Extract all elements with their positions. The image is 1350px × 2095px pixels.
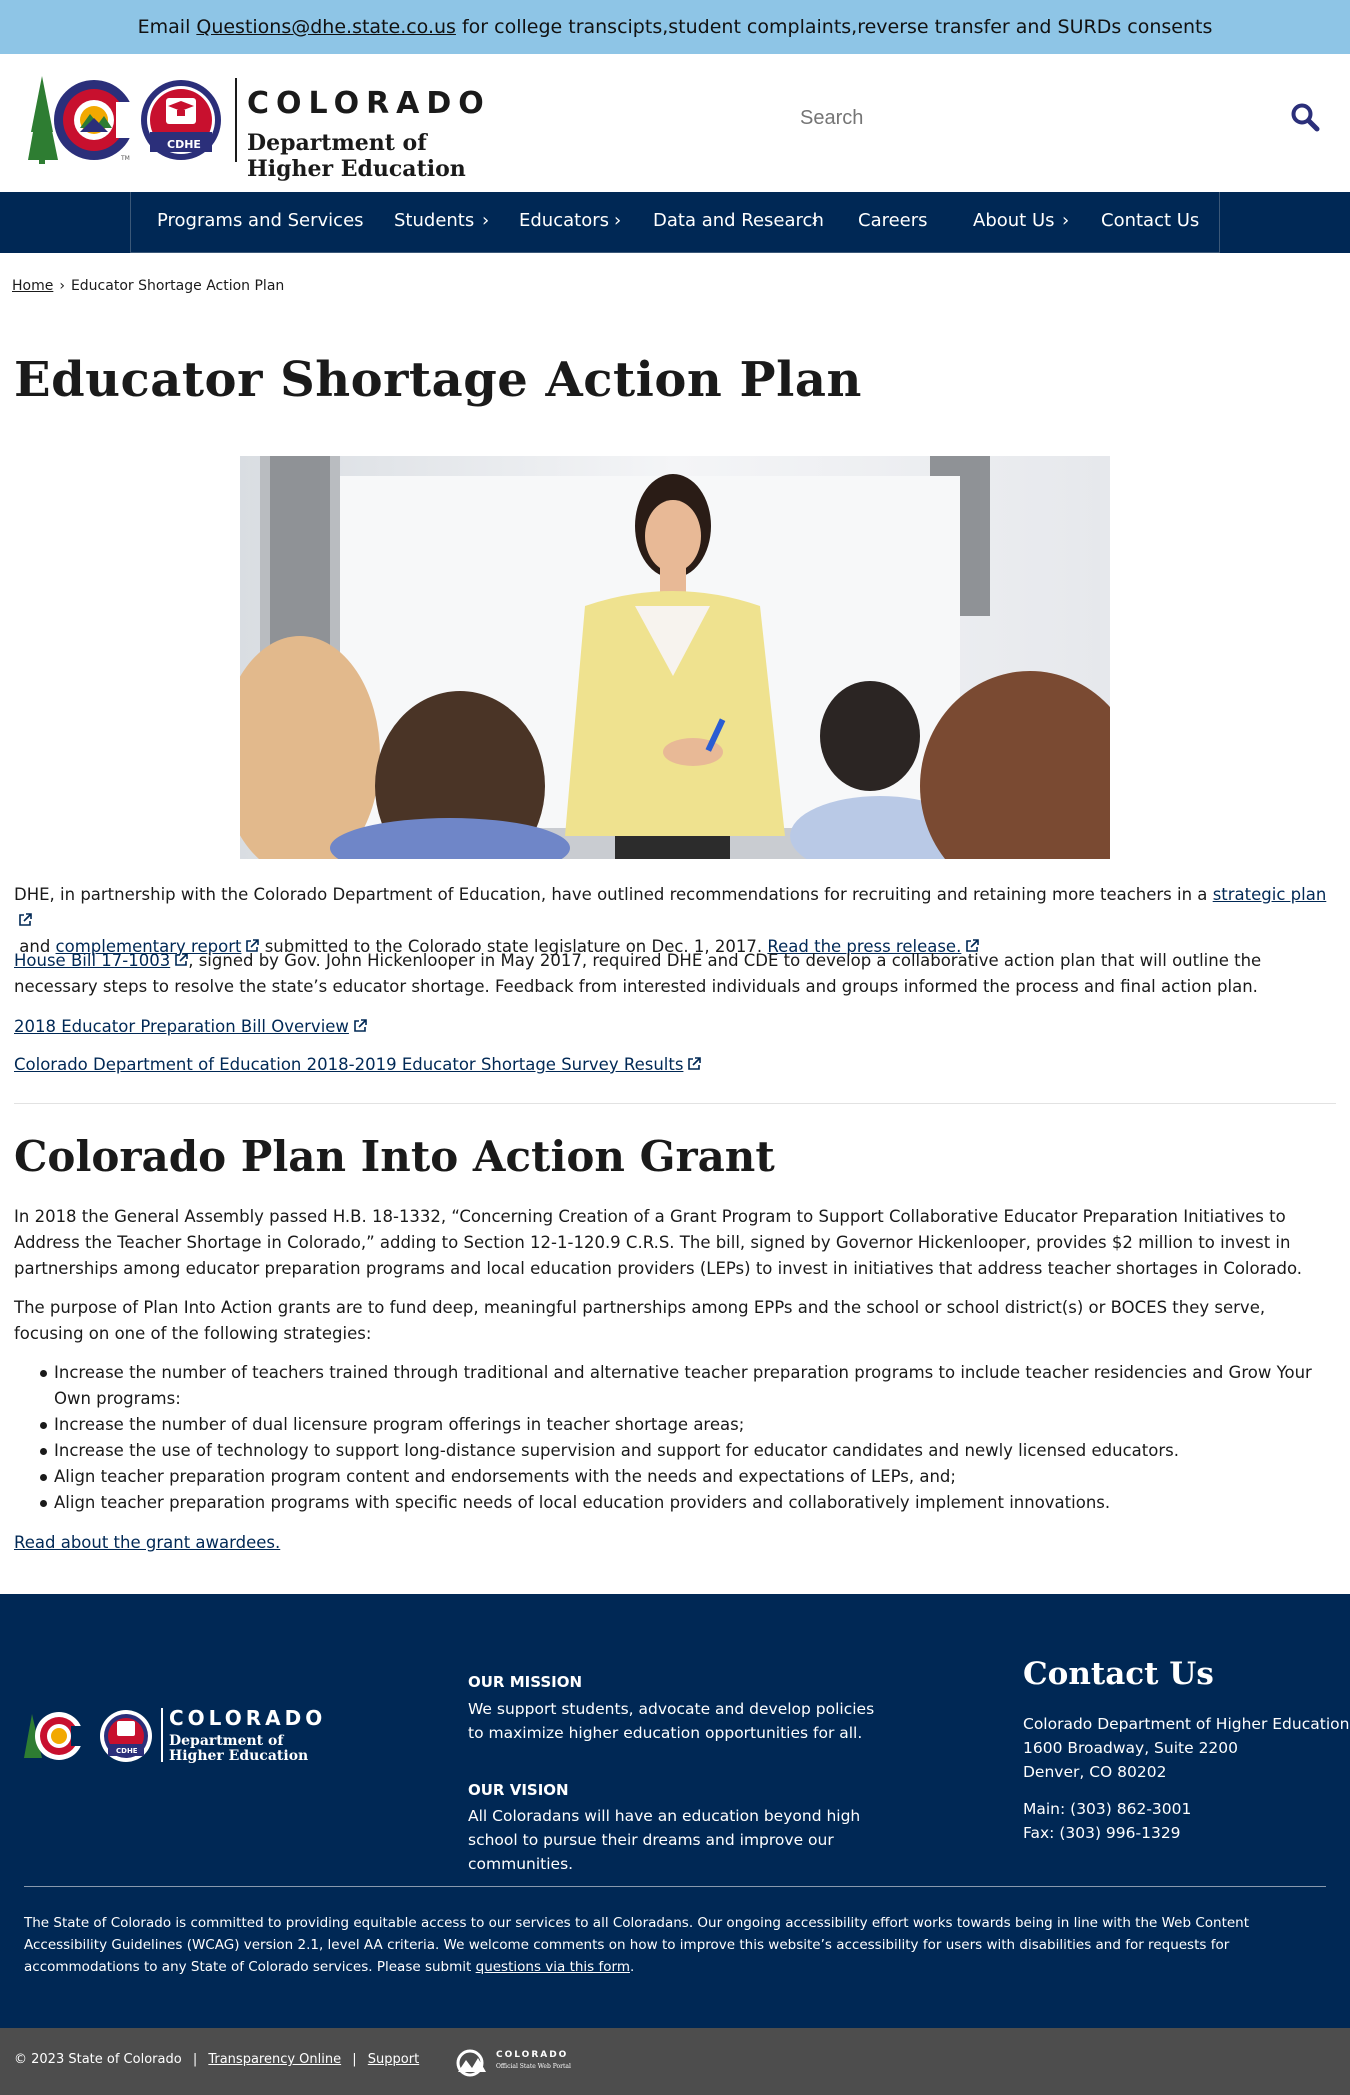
external-link-icon: [19, 913, 32, 926]
copyright: © 2023 State of Colorado: [14, 2052, 182, 2067]
state-portal-logo-icon: [456, 2049, 486, 2077]
intro-text-1: DHE, in partnership with the Colorado De…: [14, 885, 1208, 904]
classroom-photo: [240, 456, 1110, 859]
mission-text: We support students, advocate and develo…: [468, 1700, 875, 1742]
nav-contact-us[interactable]: Contact Us: [1101, 210, 1199, 231]
colorado-c-logo-icon: CDHE: [24, 1710, 152, 1762]
section-divider: [14, 1103, 1336, 1104]
fax-number: Fax: (303) 996-1329: [1023, 1824, 1181, 1842]
nav-about-us[interactable]: About Us: [973, 210, 1055, 231]
survey-results-link[interactable]: Colorado Department of Education 2018-20…: [14, 1055, 683, 1074]
overview-link-row: 2018 Educator Preparation Bill Overview: [14, 1014, 1334, 1040]
house-bill-text: , signed by Gov. John Hickenlooper in Ma…: [14, 951, 1262, 996]
external-link-icon: [175, 953, 189, 966]
footer-contact-heading: Contact Us: [1023, 1656, 1214, 1692]
alert-suffix: for college transcipts,student complaint…: [461, 16, 1213, 38]
footer-brand-dept-line2: Higher Education: [169, 1748, 309, 1764]
nav-students[interactable]: Students: [394, 210, 474, 231]
vision-text: All Coloradans will have an education be…: [468, 1807, 861, 1873]
house-bill-link[interactable]: House Bill 17-1003: [14, 951, 170, 970]
footer-phones: Main: (303) 862-3001 Fax: (303) 996-1329: [1023, 1797, 1191, 1845]
address-line: Denver, CO 80202: [1023, 1763, 1167, 1781]
accessibility-end: .: [629, 1959, 635, 1975]
grant-paragraph-1: In 2018 the General Assembly passed H.B.…: [14, 1207, 1303, 1278]
portal-title: COLORADO: [496, 2050, 569, 2060]
footer-brand-state: COLORADO: [169, 1706, 327, 1730]
chevron-right-icon[interactable]: ›: [614, 210, 621, 231]
chevron-right-icon[interactable]: ›: [1062, 210, 1069, 231]
support-link[interactable]: Support: [368, 2052, 419, 2067]
accessibility-text: The State of Colorado is committed to pr…: [24, 1915, 1250, 1975]
list-item: Increase the number of teachers trained …: [14, 1360, 1334, 1412]
breadcrumb-current: Educator Shortage Action Plan: [70, 278, 285, 294]
breadcrumb: Home › Educator Shortage Action Plan: [12, 278, 284, 294]
colorado-c-logo-icon: TM CDHE: [28, 76, 221, 164]
external-link-icon: [354, 1019, 367, 1032]
hero-image: [240, 456, 1110, 859]
nav-data-and-research[interactable]: Data and Research: [653, 210, 824, 231]
list-item: Align teacher preparation programs with …: [14, 1490, 1334, 1516]
footer-brand-dept-line1: Department of: [169, 1733, 284, 1749]
address-line: Colorado Department of Higher Education: [1023, 1715, 1350, 1733]
vision-heading: OUR VISION: [468, 1781, 569, 1799]
alert-email-link[interactable]: Questions@dhe.state.co.us: [196, 16, 456, 38]
state-portal-logo[interactable]: COLORADO Official State Web Portal: [454, 2048, 594, 2078]
pipe-separator: |: [192, 2052, 198, 2067]
survey-link-row: Colorado Department of Education 2018-20…: [14, 1052, 1334, 1078]
bill-overview-link[interactable]: 2018 Educator Preparation Bill Overview: [14, 1017, 349, 1036]
alert-bar: Email Questions@dhe.state.co.us for coll…: [0, 0, 1350, 54]
external-link-icon: [688, 1057, 702, 1070]
brand-dept-line1: Department of: [247, 130, 427, 156]
chevron-right-icon[interactable]: ›: [811, 210, 818, 231]
accessibility-statement: The State of Colorado is committed to pr…: [24, 1912, 1324, 1978]
brand-department: Department of Higher Education: [247, 130, 466, 182]
nav-careers[interactable]: Careers: [858, 210, 928, 231]
strategic-plan-link[interactable]: strategic plan: [1213, 885, 1327, 904]
breadcrumb-home[interactable]: Home: [12, 278, 53, 294]
site-footer: CDHE COLORADO Department of Higher Educa…: [0, 1594, 1350, 2028]
footer-divider: [24, 1886, 1326, 1887]
search-input[interactable]: [800, 98, 1270, 138]
state-bottom-bar: © 2023 State of Colorado | Transparency …: [0, 2028, 1350, 2095]
brand-state: COLORADO: [247, 86, 491, 121]
grant-awardees-link[interactable]: Read about the grant awardees.: [14, 1533, 280, 1552]
main-phone: Main: (303) 862-3001: [1023, 1800, 1192, 1818]
section-title-grant: Colorado Plan Into Action Grant: [14, 1132, 775, 1181]
alert-prefix: Email: [137, 16, 191, 38]
accessibility-form-link[interactable]: questions via this form: [476, 1959, 630, 1975]
search-icon: [1291, 103, 1320, 132]
site-logo[interactable]: TM CDHE COLORADO Department of Higher Ed…: [28, 72, 491, 182]
main-nav: Programs and Services Students › Educato…: [0, 192, 1350, 253]
footer-logo[interactable]: CDHE COLORADO Department of Higher Educa…: [24, 1706, 344, 1766]
bottom-bar-links: © 2023 State of Colorado | Transparency …: [14, 2052, 419, 2067]
page-title: Educator Shortage Action Plan: [14, 352, 862, 408]
mission-heading: OUR MISSION: [468, 1673, 583, 1691]
chevron-right-icon[interactable]: ›: [482, 210, 489, 231]
nav-educators[interactable]: Educators: [519, 210, 609, 231]
svg-text:TM: TM: [120, 155, 130, 162]
strategies-list: Increase the number of teachers trained …: [14, 1360, 1334, 1516]
search-button[interactable]: [1290, 102, 1324, 136]
cdhe-badge-icon: CDHE: [116, 1747, 138, 1755]
list-item: Increase the use of technology to suppor…: [14, 1438, 1334, 1464]
footer-brand-divider: [161, 1708, 163, 1762]
list-item: Align teacher preparation program conten…: [14, 1464, 1334, 1490]
address-line: 1600 Broadway, Suite 2200: [1023, 1739, 1239, 1757]
site-header: TM CDHE COLORADO Department of Higher Ed…: [0, 54, 1350, 192]
nav-programs-and-services[interactable]: Programs and Services: [157, 210, 364, 231]
footer-address: Colorado Department of Higher Education …: [1023, 1712, 1349, 1784]
brand-divider: [235, 78, 237, 162]
brand-dept-line2: Higher Education: [247, 156, 466, 182]
awardees-link-row: Read about the grant awardees.: [14, 1530, 1334, 1556]
list-item: Increase the number of dual licensure pr…: [14, 1412, 1334, 1438]
footer-brand-department: Department of Higher Education: [169, 1734, 308, 1764]
house-bill-paragraph: House Bill 17-1003, signed by Gov. John …: [14, 948, 1334, 1000]
grant-paragraph-2: The purpose of Plan Into Action grants a…: [14, 1298, 1266, 1343]
cdhe-badge-icon: CDHE: [167, 138, 201, 151]
breadcrumb-separator: ›: [59, 278, 65, 294]
pipe-separator: |: [352, 2052, 357, 2067]
portal-subtitle: Official State Web Portal: [496, 2063, 571, 2070]
transparency-online-link[interactable]: Transparency Online: [208, 2052, 341, 2067]
